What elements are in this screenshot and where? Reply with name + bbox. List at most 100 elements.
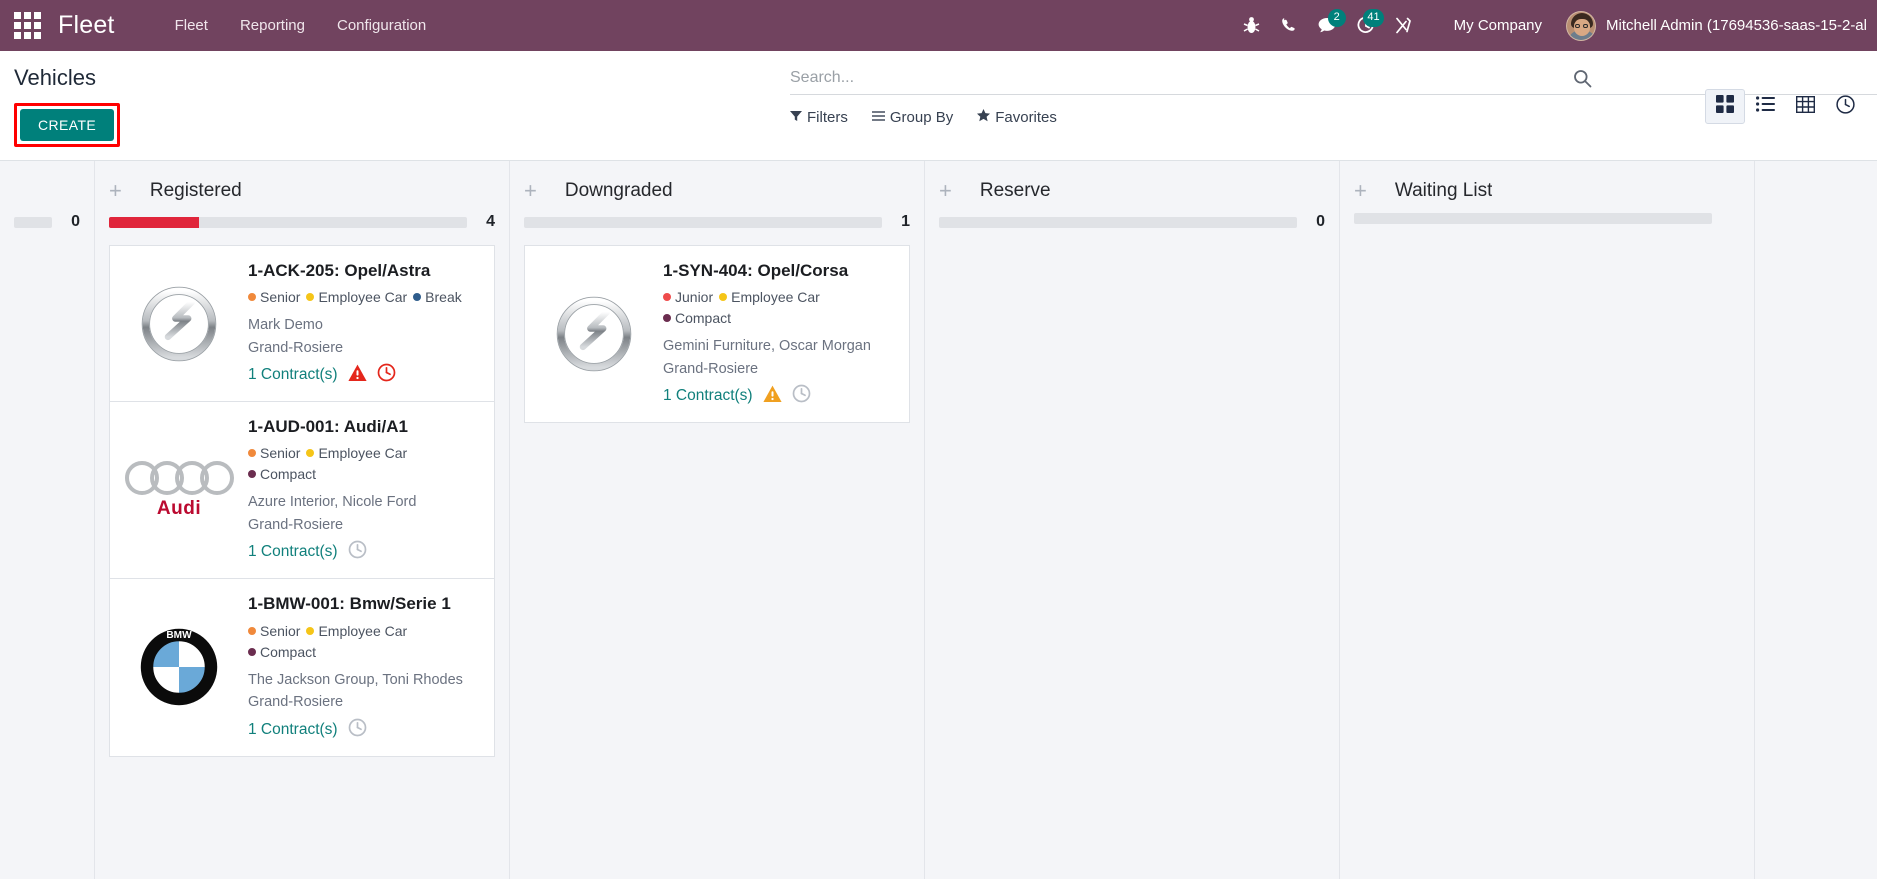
contract-row: 1 Contract(s) [248, 540, 482, 564]
pivot-view-button[interactable] [1785, 89, 1825, 124]
column-progressbar[interactable] [939, 216, 1297, 228]
clock-icon[interactable] [792, 384, 811, 408]
view-switcher [1705, 89, 1865, 124]
control-panel: Vehicles CREATE Filters [0, 51, 1877, 161]
tools-icon[interactable] [1386, 8, 1422, 44]
vehicle-driver: Azure Interior, Nicole Ford [248, 494, 417, 511]
grid-table-icon [1795, 95, 1815, 118]
tag-dot-icon [248, 626, 256, 635]
vehicle-card-opel-astra[interactable]: 1-ACK-205: Opel/Astra Senior Employee Ca… [109, 245, 495, 402]
control-panel-right: Filters Group By Favorites [790, 51, 1877, 126]
vehicle-tag: Compact [663, 308, 731, 329]
vehicle-tag: Employee Car [306, 443, 407, 464]
tag-dot-icon [663, 293, 671, 302]
contract-link[interactable]: 1 Contract(s) [248, 721, 338, 739]
user-name: Mitchell Admin (17694536-saas-15-2-al [1606, 17, 1867, 34]
vehicle-title: 1-SYN-404: Opel/Corsa [663, 261, 849, 280]
tag-dot-icon [306, 293, 315, 302]
group-by-label: Group By [889, 109, 954, 126]
funnel-icon [790, 109, 802, 126]
card-body: 1-BMW-001: Bmw/Serie 1 Senior Employee C… [248, 593, 482, 741]
column-progressbar[interactable] [109, 216, 467, 228]
company-selector[interactable]: My Company [1440, 11, 1556, 40]
clock-alert-icon[interactable] [377, 363, 396, 387]
messages-icon[interactable]: 2 [1310, 8, 1346, 44]
column-clipped: + 0 [0, 161, 95, 879]
create-button[interactable]: CREATE [20, 109, 115, 142]
vehicle-tags: Senior Employee Car Compact [248, 443, 482, 485]
column-title[interactable]: Waiting List [1395, 180, 1493, 202]
vehicle-tag: Employee Car [306, 621, 407, 642]
apps-grid-icon[interactable] [10, 9, 44, 43]
group-by-button[interactable]: Group By [871, 109, 954, 126]
vehicle-location: Grand-Rosiere [248, 516, 344, 533]
column-cards [1340, 224, 1754, 238]
activity-view-button[interactable] [1825, 89, 1865, 124]
column-header: + Waiting List [1340, 161, 1754, 205]
add-card-plus-icon[interactable]: + [524, 180, 537, 202]
column-downgraded: + Downgraded 1 1-SYN-404: Opel/Corsa Juni… [510, 161, 925, 879]
activities-badge: 41 [1363, 8, 1384, 27]
search-input[interactable] [790, 69, 1877, 87]
column-title[interactable]: Reserve [980, 180, 1051, 202]
column-title[interactable]: Downgraded [565, 180, 673, 202]
menu-fleet[interactable]: Fleet [159, 11, 224, 40]
menu-configuration[interactable]: Configuration [321, 11, 442, 40]
audi-logo: Audi [120, 416, 238, 564]
vehicle-location: Grand-Rosiere [248, 339, 344, 356]
menu-reporting[interactable]: Reporting [224, 11, 321, 40]
favorites-label: Favorites [995, 109, 1057, 126]
add-card-plus-icon[interactable]: + [939, 180, 952, 202]
vehicle-tag: Junior [663, 287, 713, 308]
contract-link[interactable]: 1 Contract(s) [248, 366, 338, 384]
svg-text:BMW: BMW [166, 630, 192, 641]
warning-triangle-icon[interactable] [762, 385, 782, 408]
add-card-plus-icon[interactable]: + [109, 180, 122, 202]
column-record-count: 0 [1316, 213, 1325, 230]
filters-button[interactable]: Filters [790, 109, 848, 126]
bug-icon[interactable] [1234, 8, 1270, 44]
column-progress-row: 0 [0, 205, 94, 231]
contract-link[interactable]: 1 Contract(s) [248, 543, 338, 561]
vehicle-card-opel-corsa[interactable]: 1-SYN-404: Opel/Corsa Junior Employee Ca… [524, 245, 910, 424]
vehicle-card-bmw-serie1[interactable]: BMW 1-BMW-001: Bmw/Serie 1 Senior Employ… [109, 578, 495, 757]
column-title[interactable]: Registered [150, 180, 242, 202]
clock-icon[interactable] [348, 540, 367, 564]
card-body: 1-AUD-001: Audi/A1 Senior Employee Car C… [248, 416, 482, 564]
column-progressbar[interactable] [14, 216, 52, 228]
column-progressbar[interactable] [524, 216, 882, 228]
vehicle-driver: Mark Demo [248, 317, 323, 334]
clock-icon [1835, 94, 1855, 119]
vehicle-tags: Senior Employee Car Break [248, 287, 482, 308]
vehicle-driver: Gemini Furniture, Oscar Morgan [663, 338, 871, 355]
card-body: 1-ACK-205: Opel/Astra Senior Employee Ca… [248, 260, 482, 387]
list-view-button[interactable] [1745, 89, 1785, 124]
column-reserve: + Reserve 0 [925, 161, 1340, 879]
column-progress-row: 0 [925, 205, 1339, 231]
column-waiting-list: + Waiting List [1340, 161, 1755, 879]
tag-dot-icon [248, 470, 256, 479]
vehicle-tag: Employee Car [719, 287, 820, 308]
activities-clock-icon[interactable]: 41 [1348, 8, 1384, 44]
contract-link[interactable]: 1 Contract(s) [663, 387, 753, 405]
phone-icon[interactable] [1272, 8, 1308, 44]
opel-logo [120, 260, 238, 387]
favorites-button[interactable]: Favorites [977, 109, 1057, 126]
add-card-plus-icon[interactable]: + [1354, 180, 1367, 202]
column-record-count: 0 [71, 213, 80, 230]
progressbar-segment[interactable] [109, 216, 199, 228]
vehicle-tags: Senior Employee Car Compact [248, 621, 482, 663]
column-progressbar[interactable] [1354, 213, 1712, 224]
user-menu[interactable]: Mitchell Admin (17694536-saas-15-2-al [1566, 10, 1877, 41]
star-icon [977, 109, 991, 126]
contract-row: 1 Contract(s) [248, 718, 482, 742]
kanban-view-button[interactable] [1705, 89, 1745, 124]
app-brand-fleet[interactable]: Fleet [58, 11, 115, 40]
system-icons: 2 41 [1234, 8, 1422, 44]
warning-triangle-icon[interactable] [347, 364, 367, 387]
vehicle-tag: Break [413, 287, 462, 308]
vehicle-card-audi-a1[interactable]: Audi 1-AUD-001: Audi/A1 Senior Employee … [109, 401, 495, 579]
search-icon[interactable] [1573, 69, 1592, 93]
column-cards: 1-SYN-404: Opel/Corsa Junior Employee Ca… [510, 231, 924, 424]
clock-icon[interactable] [348, 718, 367, 742]
